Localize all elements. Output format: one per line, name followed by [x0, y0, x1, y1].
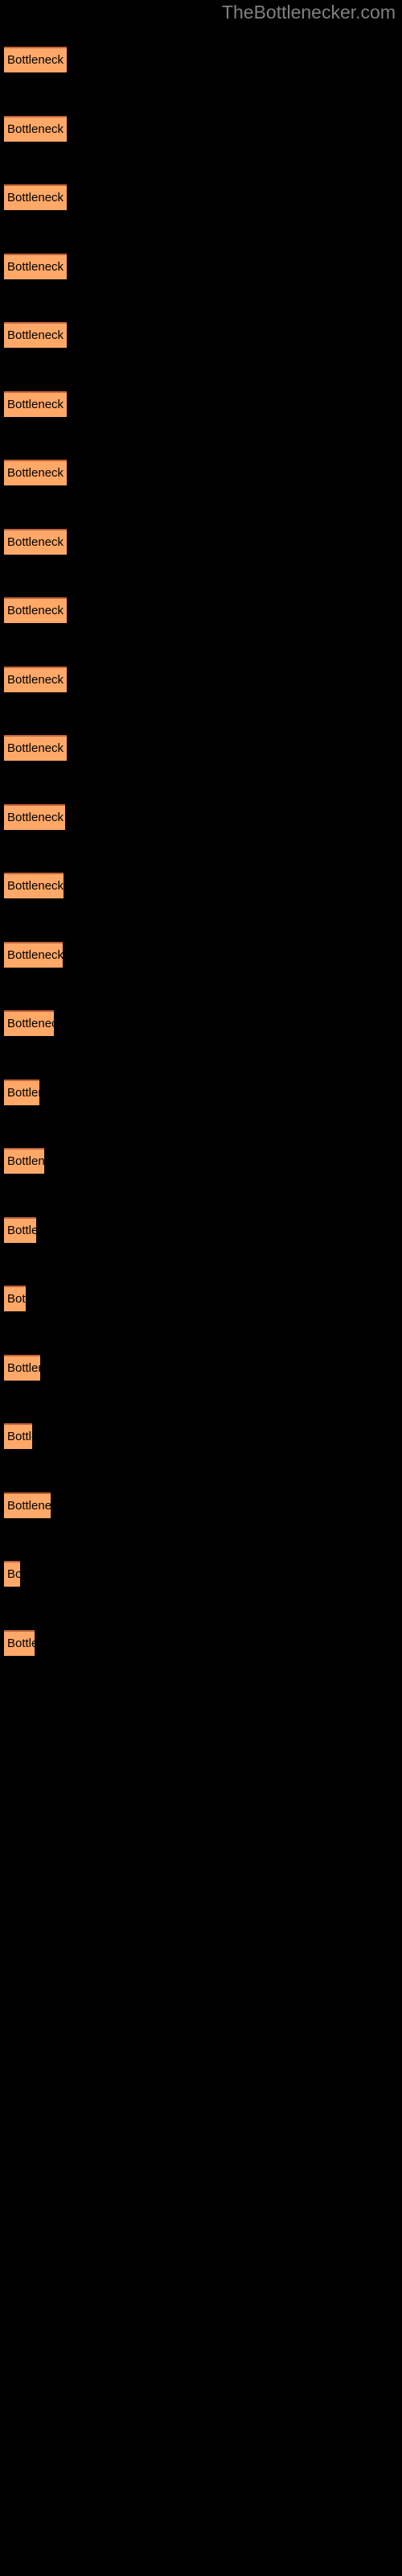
- bar[interactable]: Bottleneck result: [4, 391, 67, 417]
- bar[interactable]: Bottleneck result: [4, 116, 67, 142]
- bar-row: Bottleneck result: [4, 1423, 32, 1449]
- bar-label: Bottleneck result: [7, 811, 65, 824]
- bar-label: Bottleneck result: [7, 1361, 40, 1375]
- bar[interactable]: Bottleneck result: [4, 735, 67, 761]
- bar-row: Bottleneck result: [4, 735, 67, 761]
- bar-row: Bottleneck result: [4, 942, 63, 968]
- bar-row: Bottleneck result: [4, 529, 67, 555]
- bar-row: Bottleneck result: [4, 597, 67, 623]
- bar-row: Bottleneck result: [4, 1148, 44, 1174]
- bar-label: Bottleneck result: [7, 1292, 26, 1306]
- bar[interactable]: Bottleneck result: [4, 322, 67, 348]
- bar[interactable]: Bottleneck result: [4, 1080, 39, 1105]
- bar-label: Bottleneck result: [7, 948, 63, 962]
- bar-label: Bottleneck result: [7, 1567, 20, 1581]
- bar-label: Bottleneck result: [7, 191, 67, 204]
- bar-row: Bottleneck result: [4, 184, 67, 210]
- bar-label: Bottleneck result: [7, 1017, 54, 1030]
- bar-row: Bottleneck result: [4, 1630, 35, 1656]
- bar-label: Bottleneck result: [7, 1224, 36, 1237]
- bar-label: Bottleneck result: [7, 741, 67, 755]
- bar-row: Bottleneck result: [4, 460, 67, 485]
- bar-label: Bottleneck result: [7, 879, 64, 893]
- bar-label: Bottleneck result: [7, 466, 67, 480]
- bar-label: Bottleneck result: [7, 122, 67, 136]
- bar[interactable]: Bottleneck result: [4, 1423, 32, 1449]
- bar-row: Bottleneck result: [4, 1561, 20, 1587]
- bar-label: Bottleneck result: [7, 1086, 39, 1100]
- bar[interactable]: Bottleneck result: [4, 1217, 36, 1243]
- bar[interactable]: Bottleneck result: [4, 460, 67, 485]
- bar[interactable]: Bottleneck result: [4, 942, 63, 968]
- bar[interactable]: Bottleneck result: [4, 47, 67, 72]
- bar-label: Bottleneck result: [7, 1154, 44, 1168]
- bar[interactable]: Bottleneck result: [4, 667, 67, 692]
- bar-row: Bottleneck result: [4, 116, 67, 142]
- bar[interactable]: Bottleneck result: [4, 804, 65, 830]
- bar-row: Bottleneck result: [4, 804, 65, 830]
- bar[interactable]: Bottleneck result: [4, 1561, 20, 1587]
- bar[interactable]: Bottleneck result: [4, 597, 67, 623]
- bottleneck-bar-chart: Bottleneck result Bottleneck result Bottle…: [0, 0, 402, 2576]
- bar-label: Bottleneck result: [7, 673, 67, 687]
- bar-row: Bottleneck result: [4, 1010, 54, 1036]
- bar-label: Bottleneck result: [7, 604, 67, 617]
- bar[interactable]: Bottleneck result: [4, 1286, 26, 1311]
- bar-label: Bottleneck result: [7, 1430, 32, 1443]
- bar-label: Bottleneck result: [7, 1637, 35, 1650]
- bar-label: Bottleneck result: [7, 535, 67, 549]
- bar[interactable]: Bottleneck result: [4, 1010, 54, 1036]
- bar-row: Bottleneck result: [4, 667, 67, 692]
- bar-row: Bottleneck result: [4, 1080, 39, 1105]
- bar[interactable]: Bottleneck result: [4, 873, 64, 898]
- bar-row: Bottleneck result: [4, 1286, 26, 1311]
- bar-label: Bottleneck result: [7, 1499, 51, 1513]
- bar[interactable]: Bottleneck result: [4, 184, 67, 210]
- bar-label: Bottleneck result: [7, 398, 67, 411]
- bar[interactable]: Bottleneck result: [4, 1355, 40, 1381]
- bar-row: Bottleneck result: [4, 391, 67, 417]
- bar[interactable]: Bottleneck result: [4, 1492, 51, 1518]
- bar-label: Bottleneck result: [7, 328, 67, 342]
- bar-label: Bottleneck result: [7, 53, 67, 67]
- bar-row: Bottleneck result: [4, 1217, 36, 1243]
- bar[interactable]: Bottleneck result: [4, 529, 67, 555]
- bar-row: Bottleneck result: [4, 873, 64, 898]
- bar-row: Bottleneck result: [4, 322, 67, 348]
- bar[interactable]: Bottleneck result: [4, 1630, 35, 1656]
- bar-row: Bottleneck result: [4, 1355, 40, 1381]
- bar[interactable]: Bottleneck result: [4, 1148, 44, 1174]
- bar-row: Bottleneck result: [4, 47, 67, 72]
- bar-row: Bottleneck result: [4, 1492, 51, 1518]
- bar-label: Bottleneck result: [7, 260, 67, 274]
- bar-row: Bottleneck result: [4, 254, 67, 279]
- bar[interactable]: Bottleneck result: [4, 254, 67, 279]
